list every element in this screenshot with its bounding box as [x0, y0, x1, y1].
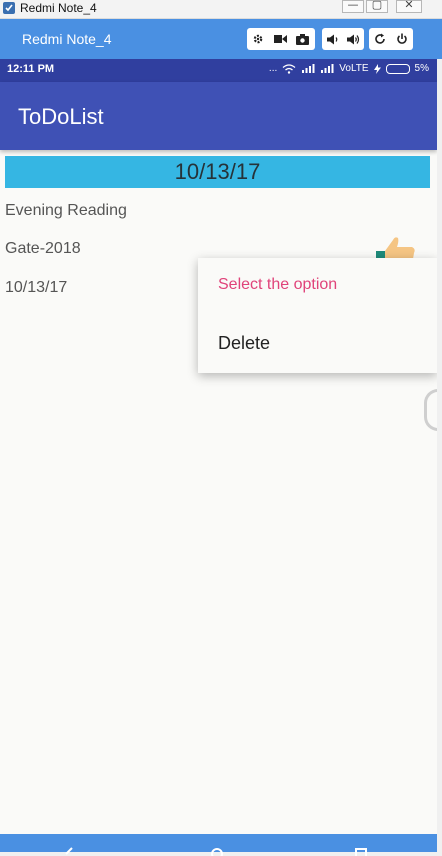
wifi-icon — [282, 63, 296, 74]
rotate-button[interactable] — [369, 28, 391, 50]
maximize-button[interactable]: ▢ — [366, 0, 388, 13]
volume-up-button[interactable] — [343, 28, 364, 50]
emulator-tools-group — [247, 28, 315, 50]
recents-icon[interactable] — [354, 846, 368, 856]
close-icon: ✕ — [404, 0, 414, 11]
rotate-icon — [375, 33, 385, 44]
signal-icon — [302, 64, 315, 73]
signal-icon-2 — [321, 64, 334, 73]
notification-dots: ... — [268, 63, 278, 74]
list-item-date[interactable]: 10/13/17 — [5, 279, 67, 297]
delete-option[interactable]: Delete — [218, 333, 270, 354]
camera-icon — [295, 33, 309, 45]
back-icon[interactable] — [62, 846, 76, 856]
device-name: Redmi Note_4 — [22, 31, 112, 47]
date-header-label: 10/13/17 — [174, 159, 261, 184]
list-item-evening-reading[interactable]: Evening Reading — [5, 202, 127, 220]
network-type: VoLTE — [339, 63, 369, 74]
home-icon[interactable] — [210, 846, 224, 856]
status-icons: ... VoLTE 5% — [269, 63, 429, 74]
power-icon — [397, 33, 407, 44]
minimize-button[interactable]: — — [342, 0, 364, 13]
window-title: Redmi Note_4 — [20, 1, 97, 15]
edge-swipe-handle[interactable] — [424, 389, 437, 431]
app-window-icon — [3, 2, 15, 14]
volume-up-icon — [347, 34, 360, 44]
device-controls-group — [369, 28, 413, 50]
volume-group — [322, 28, 364, 50]
close-window-button[interactable]: ✕ — [396, 0, 422, 13]
context-menu-title: Select the option — [218, 276, 338, 293]
record-video-button[interactable] — [269, 28, 291, 50]
phone-screen: 12:11 PM ... VoLTE 5% ToDoList 10/13/17 … — [0, 59, 437, 852]
window-titlebar: Redmi Note_4 — ▢ ✕ — [0, 0, 442, 19]
volume-down-icon — [326, 34, 337, 44]
emulator-toolbar: Redmi Note_4 — [0, 19, 442, 59]
context-menu: Select the option Delete — [198, 258, 437, 373]
power-button[interactable] — [391, 28, 413, 50]
status-bar: 12:11 PM ... VoLTE 5% — [0, 59, 437, 82]
app-toolbar: ToDoList — [0, 82, 437, 150]
screenshot-button[interactable] — [291, 28, 313, 50]
charging-icon — [373, 63, 381, 74]
battery-percent: 5% — [414, 63, 429, 74]
date-header: 10/13/17 — [5, 156, 430, 188]
app-title: ToDoList — [18, 104, 104, 129]
navigation-bar — [0, 834, 437, 856]
list-item-gate-2018[interactable]: Gate-2018 — [5, 240, 81, 258]
minimize-icon: — — [347, 0, 359, 11]
gear-icon — [253, 34, 263, 44]
volume-down-button[interactable] — [322, 28, 343, 50]
status-time: 12:11 PM — [7, 63, 55, 75]
battery-icon — [385, 63, 410, 74]
maximize-icon: ▢ — [371, 0, 383, 11]
settings-button[interactable] — [247, 28, 269, 50]
video-icon — [273, 35, 287, 43]
